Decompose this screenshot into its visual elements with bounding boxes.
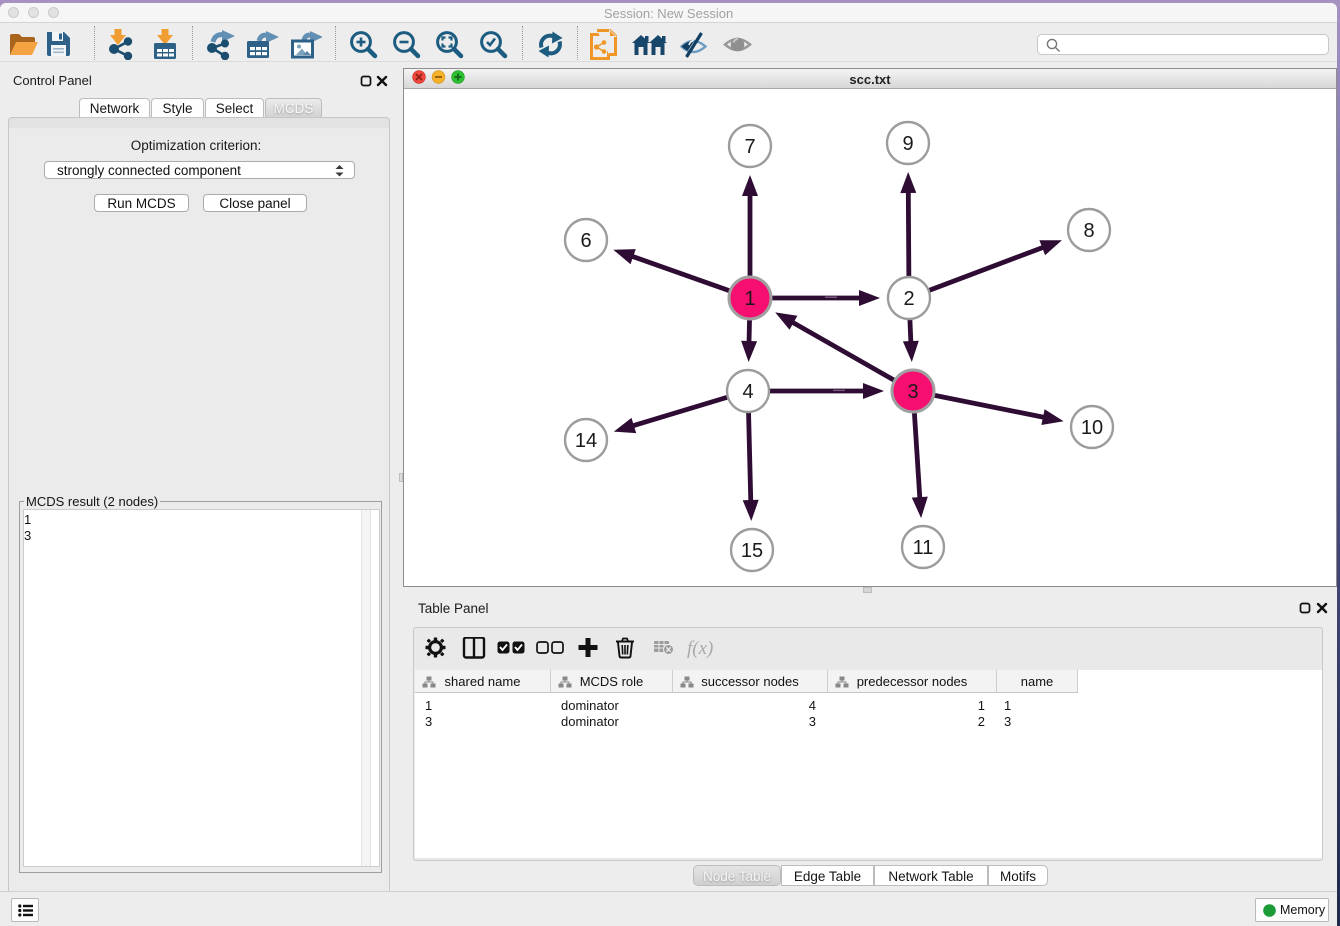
svg-text:3: 3: [907, 381, 918, 403]
svg-text:6: 6: [580, 230, 591, 252]
svg-text:15: 15: [741, 540, 763, 562]
svg-text:7: 7: [744, 136, 755, 158]
svg-text:4: 4: [742, 381, 753, 403]
svg-text:f(x): f(x): [687, 638, 713, 659]
svg-text:8: 8: [1083, 220, 1094, 242]
svg-text:9: 9: [902, 133, 913, 155]
svg-text:14: 14: [575, 430, 597, 452]
svg-text:10: 10: [1081, 417, 1103, 439]
svg-text:2: 2: [903, 288, 914, 310]
svg-text:1: 1: [744, 288, 755, 310]
svg-text:11: 11: [913, 537, 934, 559]
